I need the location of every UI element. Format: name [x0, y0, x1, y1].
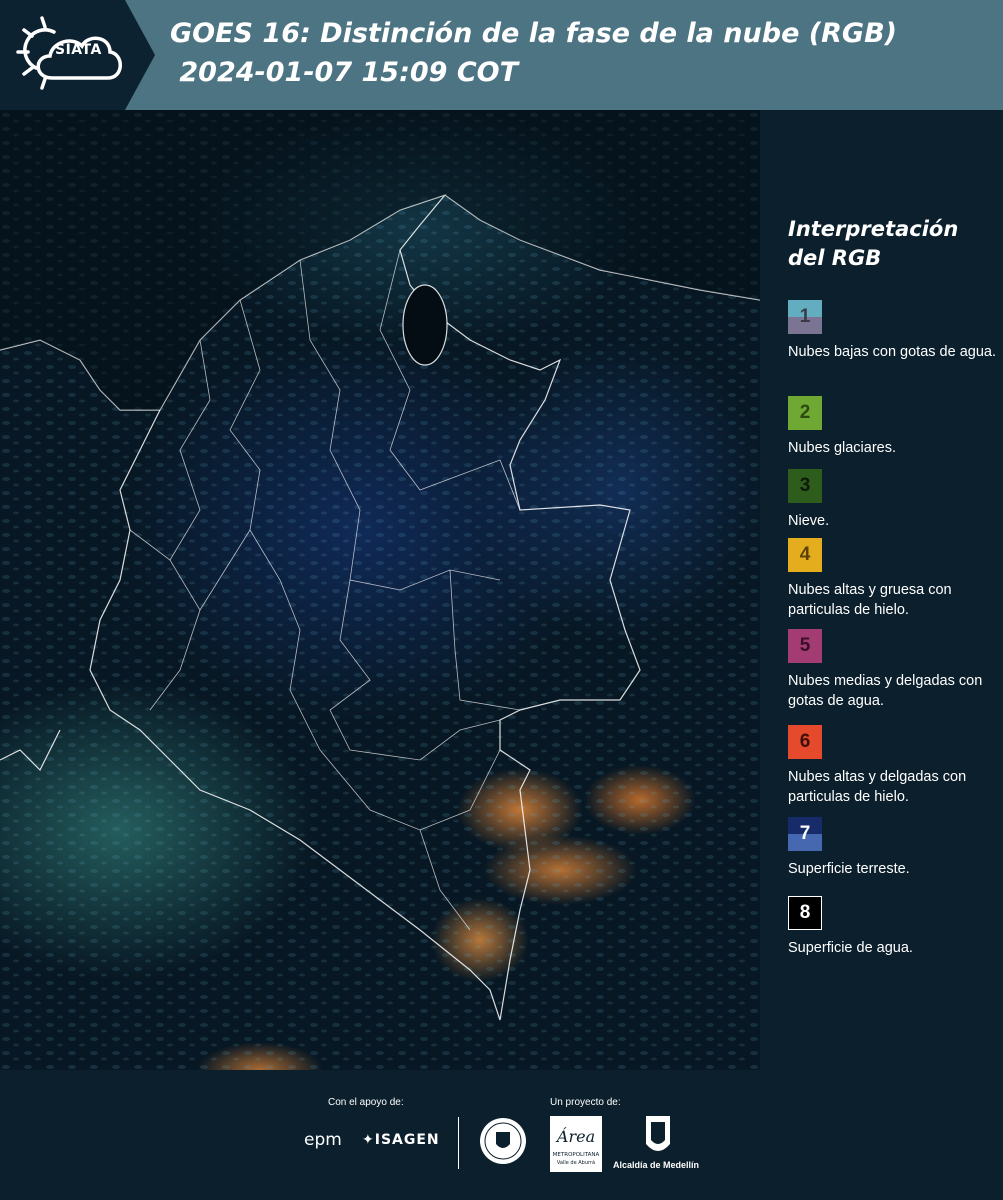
legend-swatch: 5: [788, 629, 822, 663]
footer: Con el apoyo de: Un proyecto de: epm ✦IS…: [0, 1070, 1003, 1200]
project-label: Un proyecto de:: [550, 1097, 621, 1108]
legend-swatch: 7: [788, 817, 822, 851]
epm-logo: epm: [304, 1130, 342, 1150]
legend-label: Superficie de agua.: [788, 940, 913, 956]
title-line-1: GOES 16: Distinción de la fase de la nub…: [170, 18, 897, 49]
siata-logo-text: SIATA: [55, 42, 102, 58]
legend-label: Nieve.: [788, 513, 830, 529]
legend-label: Superficie terreste.: [788, 861, 910, 877]
legend-item-4: 4 Nubes altas y gruesa con particulas de …: [788, 538, 998, 620]
amva-word: Área: [555, 1126, 595, 1146]
legend-item-2: 2 Nubes glaciares.: [788, 396, 998, 458]
isagen-logo: ✦ISAGEN: [362, 1132, 440, 1148]
legend-title-line-2: del RGB: [788, 246, 882, 270]
legend-swatch: 8: [788, 896, 822, 930]
legend-label: Nubes glaciares.: [788, 440, 896, 456]
legend-swatch: 1: [788, 300, 822, 334]
legend-label: Nubes medias y delgadas con gotas de agu…: [788, 673, 983, 709]
legend-item-5: 5 Nubes medias y delgadas con gotas de ag…: [788, 629, 998, 711]
amva-sub2: Valle de Aburrá: [557, 1159, 595, 1166]
logo-panel: SIATA: [0, 0, 155, 110]
legend-label: Nubes altas y delgadas con particulas de…: [788, 769, 967, 805]
lake-maracaibo: [402, 284, 448, 366]
legend-item-7: 7 Superficie terreste.: [788, 817, 998, 879]
map-borders: [0, 110, 760, 1070]
legend-label: Nubes bajas con gotas de agua.: [788, 344, 996, 360]
amva-sub1: METROPOLITANA: [553, 1152, 600, 1158]
satellite-map: [0, 110, 760, 1070]
footer-divider: [458, 1117, 459, 1169]
legend-panel: Interpretación del RGB 1 Nubes bajas con …: [788, 215, 998, 956]
legend-item-3: 3 Nieve.: [788, 469, 998, 531]
alcaldia-text: Alcaldía de Medellín: [613, 1160, 700, 1170]
legend-title: Interpretación del RGB: [788, 215, 998, 273]
legend-swatch: 3: [788, 469, 822, 503]
page-title: GOES 16: Distinción de la fase de la nub…: [170, 14, 897, 92]
legend-swatch: 2: [788, 396, 822, 430]
legend-item-6: 6 Nubes altas y delgadas con particulas d…: [788, 725, 998, 807]
legend-label: Nubes altas y gruesa con particulas de h…: [788, 582, 952, 618]
legend-item-8: 8 Superficie de agua.: [788, 896, 998, 958]
area-metropolitana-logo: Área METROPOLITANA Valle de Aburrá: [550, 1116, 602, 1172]
legend-item-1: 1 Nubes bajas con gotas de agua.: [788, 300, 998, 362]
isagen-text: ISAGEN: [374, 1132, 440, 1148]
seal-logo-icon: [480, 1118, 526, 1164]
support-label: Con el apoyo de:: [328, 1097, 404, 1108]
title-line-2: 2024-01-07 15:09 COT: [170, 57, 519, 88]
header-bar: SIATA GOES 16: Distinción de la fase de …: [0, 0, 1003, 110]
isagen-star-icon: ✦: [362, 1132, 375, 1148]
legend-swatch: 4: [788, 538, 822, 572]
legend-title-line-1: Interpretación: [788, 217, 959, 241]
legend-swatch: 6: [788, 725, 822, 759]
